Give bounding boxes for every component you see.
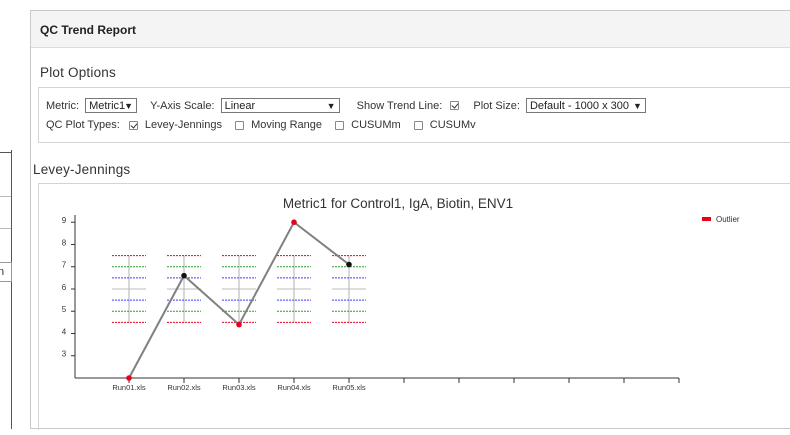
levey-jennings-chart: Metric1 for Control1, IgA, Biotin, ENV1 … (62, 196, 740, 392)
cusumm-label: CUSUMm (351, 119, 401, 132)
data-point (181, 272, 187, 279)
y-tick-label: 8 (62, 238, 67, 247)
outlier-point (126, 375, 132, 381)
y-tick-label: 5 (62, 305, 67, 314)
trend-line-label: Show Trend Line: (356, 99, 443, 112)
levey-jennings-label: Levey-Jennings (144, 119, 222, 132)
x-tick-label: Run01.xls (112, 383, 146, 392)
plot-types-label: QC Plot Types: (46, 119, 120, 132)
moving-range-checkbox[interactable] (235, 120, 245, 130)
y-tick-label: 9 (62, 216, 67, 225)
metric-select-value: Metric1 (89, 100, 126, 112)
plot-size-select[interactable]: Default - 1000 x 300 ▼ (525, 98, 646, 113)
qc-trend-report-panel: QC Trend Report Plot Options Metric: Met… (30, 10, 790, 430)
trend-line-checkbox[interactable] (450, 101, 460, 110)
cusumv-label: CUSUMv (429, 119, 476, 132)
yaxis-scale-select[interactable]: Linear ▼ (220, 98, 340, 113)
plot-size-select-value: Default - 1000 x 300 (529, 100, 630, 112)
chevron-down-icon: ▼ (124, 101, 134, 111)
control-limit-guides (112, 255, 366, 323)
background-panel: n (0, 0, 30, 429)
x-tick-label: Run04.xls (277, 383, 311, 392)
background-divider (0, 196, 11, 197)
chevron-down-icon: ▼ (326, 101, 336, 111)
x-tick-label: Run05.xls (332, 383, 366, 392)
plot-size-label: Plot Size: (473, 99, 520, 112)
background-divider (0, 228, 11, 229)
metric-label: Metric: (46, 99, 79, 112)
background-divider (11, 150, 12, 429)
y-tick-label: 3 (62, 350, 67, 359)
levey-jennings-checkbox[interactable] (128, 120, 138, 130)
levey-jennings-title: Levey-Jennings (33, 162, 131, 177)
plot-options-title: Plot Options (40, 65, 116, 80)
outlier-point (291, 219, 297, 226)
yaxis-label: Y-Axis Scale: (150, 99, 215, 112)
chart-axes: 3 4 5 6 7 8 9 Run01.xls Run02.xls Run03.xls Run04.… (62, 215, 680, 392)
levey-jennings-plot-box: Metric1 for Control1, IgA, Biotin, ENV1 … (38, 183, 790, 430)
chart-title: Metric1 for Control1, IgA, Biotin, ENV1 (283, 196, 513, 211)
chart-legend: Outlier (702, 215, 740, 224)
data-point (346, 261, 352, 268)
options-row-2: QC Plot Types: Levey-Jennings Moving Ran… (46, 119, 476, 131)
legend-outlier-swatch (702, 217, 711, 221)
y-tick-label: 4 (62, 327, 67, 336)
legend-outlier-label: Outlier (716, 215, 740, 224)
background-divider (0, 152, 11, 153)
cusumm-checkbox[interactable] (335, 120, 345, 130)
plot-options-box: Metric: Metric1 ▼ Y-Axis Scale: Linear ▼… (38, 87, 790, 143)
y-tick-label: 6 (62, 283, 67, 292)
x-tick-label: Run02.xls (167, 383, 201, 392)
x-tick-label: Run03.xls (222, 383, 256, 392)
options-row-1: Metric: Metric1 ▼ Y-Axis Scale: Linear ▼… (46, 98, 646, 113)
report-title: QC Trend Report (31, 11, 790, 48)
moving-range-label: Moving Range (251, 119, 323, 132)
background-tab[interactable]: n (0, 262, 12, 282)
yaxis-select-value: Linear (224, 100, 256, 112)
y-tick-label: 7 (62, 261, 67, 270)
metric-select[interactable]: Metric1 ▼ (85, 98, 138, 113)
outlier-point (236, 321, 242, 328)
cusumv-checkbox[interactable] (413, 120, 423, 130)
chevron-down-icon: ▼ (633, 101, 642, 111)
